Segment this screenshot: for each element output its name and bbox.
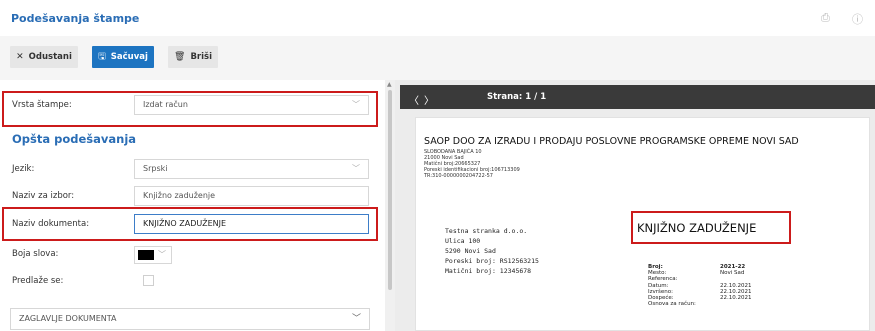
scrollbar-thumb[interactable] [388, 90, 392, 290]
company-details: SLOBODANA BAJIĆA 10 21000 Novi Sad Matič… [424, 149, 520, 179]
recipient-line: Ulica 100 [445, 237, 481, 245]
document-name-input[interactable]: KNJIŽNO ZADUŽENJE [134, 214, 369, 234]
scroll-up-icon[interactable]: ▲ [387, 81, 392, 88]
chevron-down-icon: ﹀ [351, 314, 361, 324]
recipient-line: Testna stranka d.o.o. [445, 227, 528, 235]
delete-button[interactable]: 🗑 Briši [168, 46, 218, 68]
info-icon[interactable]: ⓘ [852, 11, 863, 27]
trash-icon: 🗑 [174, 52, 186, 62]
document-name-value: KNJIŽNO ZADUŽENJE [143, 219, 227, 228]
toolbar: ✕ Odustani 🖫 Sačuvaj 🗑 Briši [0, 36, 875, 80]
save-button-label: Sačuvaj [110, 52, 148, 62]
section-title-general: Opšta podešavanja [12, 132, 137, 146]
chevron-down-icon: ﹀ [352, 100, 360, 109]
meta-label: Osnova za račun: [648, 301, 696, 308]
top-bar: Podešavanja štampe ⎙ ⓘ [0, 0, 875, 36]
color-swatch [138, 250, 154, 260]
meta-value: 22.10.2021 [720, 295, 752, 302]
company-line: TR:310-0000000204722-57 [424, 173, 493, 179]
name-choice-label: Naziv za izbor: [12, 191, 75, 201]
suggested-checkbox[interactable] [143, 275, 154, 286]
cancel-button-label: Odustani [28, 52, 72, 62]
delete-button-label: Briši [190, 52, 212, 62]
viewer-toolbar: 〈 〉 Strana: 1 / 1 [400, 85, 875, 109]
recipient-address: Testna stranka d.o.o. Ulica 100 5290 Nov… [445, 226, 539, 276]
recipient-line: Poreski broj: RS12563215 [445, 257, 539, 265]
document-meta-values: 2021-22 Novi Sad 22.10.2021 22.10.2021 2… [720, 264, 752, 301]
language-value: Srpski [143, 164, 168, 173]
language-select[interactable]: Srpski ﹀ [134, 159, 369, 179]
page-title: Podešavanja štampe [11, 12, 140, 25]
save-icon: 🖫 [98, 52, 106, 62]
language-label: Jezik: [12, 164, 35, 174]
header-section-toggle[interactable]: ZAGLAVLJE DOKUMENTA ﹀ [10, 308, 370, 330]
header-section-label: ZAGLAVLJE DOKUMENTA [19, 314, 117, 323]
recipient-line: 5290 Novi Sad [445, 247, 496, 255]
save-button[interactable]: 🖫 Sačuvaj [92, 46, 154, 68]
print-type-value: Izdat račun [143, 100, 188, 109]
print-type-select[interactable]: Izdat račun ﹀ [134, 95, 369, 115]
company-name: SAOP DOO ZA IZRADU I PRODAJU POSLOVNE PR… [424, 136, 799, 147]
prev-page-icon[interactable]: 〈 [409, 92, 419, 107]
font-color-label: Boja slova: [12, 249, 59, 259]
page-indicator: Strana: 1 / 1 [487, 92, 547, 102]
chevron-down-icon: ﹀ [158, 250, 166, 259]
font-color-picker[interactable]: ﹀ [134, 246, 172, 264]
next-page-icon[interactable]: 〉 [424, 92, 434, 107]
chevron-down-icon: ﹀ [352, 164, 360, 173]
cancel-button[interactable]: ✕ Odustani [10, 46, 78, 68]
settings-panel: Vrsta štampe: Izdat račun ﹀ Opšta podeša… [0, 80, 385, 331]
name-choice-input[interactable]: Knjižno zaduženje [134, 186, 369, 206]
document-title: KNJIŽNO ZADUŽENJE [637, 221, 757, 235]
document-meta-labels: Broj: Mesto: Referenca: Datum: Izvršeno:… [648, 264, 696, 307]
meta-value: 22.10.2021 [720, 282, 752, 289]
printer-icon[interactable]: ⎙ [821, 11, 830, 25]
print-type-label: Vrsta štampe: [12, 100, 72, 110]
suggested-label: Predlaže se: [12, 276, 64, 286]
recipient-line: Matični broj: 12345678 [445, 267, 532, 275]
close-icon: ✕ [16, 52, 24, 62]
document-name-label: Naziv dokumenta: [12, 219, 90, 229]
